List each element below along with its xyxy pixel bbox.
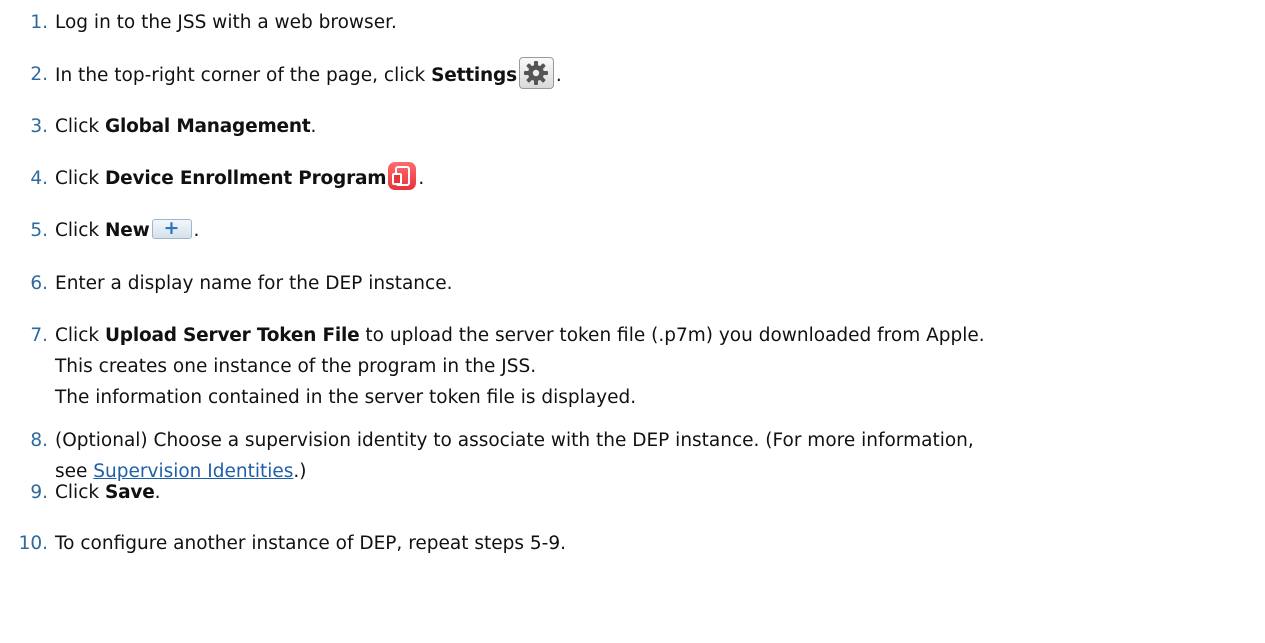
- step-text: .: [418, 168, 425, 189]
- step-body: Click Upload Server Token File to upload…: [55, 321, 985, 351]
- step-text: to upload the server token file (.p7m) y…: [359, 325, 985, 346]
- step-body: To configure another instance of DEP, re…: [55, 529, 566, 559]
- step-text: Enter a display name for the DEP instanc…: [55, 273, 453, 294]
- step-text: Click: [55, 168, 105, 189]
- step-text: Click: [55, 116, 105, 137]
- step-number: 5.: [30, 220, 48, 241]
- step-number: 7.: [30, 325, 48, 346]
- step-body: (Optional) Choose a supervision identity…: [55, 426, 974, 456]
- step-number: 6.: [30, 273, 48, 294]
- step-continuation: This creates one instance of the program…: [55, 356, 537, 377]
- step-number: 10.: [18, 533, 48, 554]
- step-number: 3.: [30, 116, 48, 137]
- instructions-document: 1. Log in to the JSS with a web browser. 2…: [0, 0, 1265, 643]
- step-text: .: [193, 220, 200, 241]
- step-text: Click: [55, 482, 105, 503]
- ui-term: Global Management: [104, 116, 311, 137]
- step-body: Click Device Enrollment Program.: [55, 162, 425, 194]
- step-text: In the top-right corner of the page, cli…: [55, 65, 432, 86]
- ui-term: Upload Server Token File: [104, 325, 360, 346]
- step-number: 8.: [30, 430, 48, 451]
- step-text: (Optional) Choose a supervision identity…: [55, 430, 974, 451]
- step-text: Log in to the JSS with a web browser.: [55, 12, 397, 33]
- step-text: .): [293, 461, 307, 482]
- step-body: Click Save.: [55, 478, 160, 508]
- step-text: .: [310, 116, 317, 137]
- ui-term: Settings: [431, 65, 517, 86]
- step-number: 4.: [30, 168, 48, 189]
- step-number: 2.: [30, 64, 48, 85]
- step-body: Click Global Management.: [55, 112, 316, 142]
- step-text: Click: [55, 325, 105, 346]
- step-number: 1.: [30, 12, 48, 33]
- step-body: Enter a display name for the DEP instanc…: [55, 269, 452, 299]
- step-body: Click New +.: [55, 216, 199, 246]
- step-text: To configure another instance of DEP, re…: [55, 533, 567, 554]
- gear-icon: [518, 57, 554, 89]
- step-text: .: [555, 65, 562, 86]
- step-continuation: The information contained in the server …: [55, 387, 637, 408]
- step-text: Click: [55, 220, 105, 241]
- ui-term: Device Enrollment Program: [104, 168, 387, 189]
- step-body: In the top-right corner of the page, cli…: [55, 57, 562, 92]
- device-enrollment-icon: [388, 162, 417, 190]
- ui-term: Save: [104, 482, 155, 503]
- ui-term: New: [104, 220, 150, 241]
- plus-icon: +: [151, 217, 192, 239]
- step-body: Log in to the JSS with a web browser.: [55, 8, 397, 38]
- step-text: .: [154, 482, 161, 503]
- step-number: 9.: [30, 482, 48, 503]
